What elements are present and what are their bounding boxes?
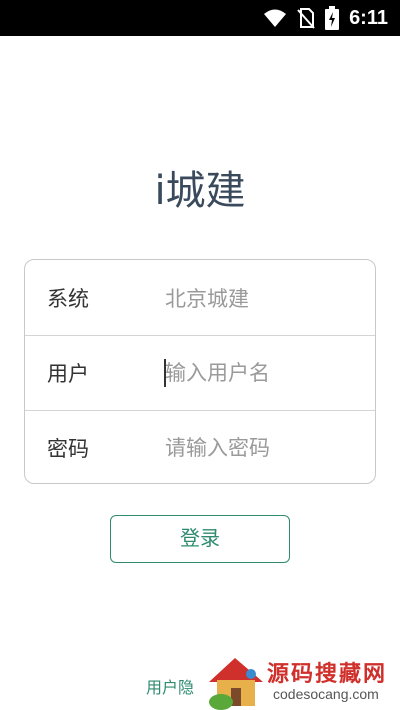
system-label: 系统 — [47, 286, 89, 311]
login-form: 系统 北京城建 用户 密码 — [24, 259, 376, 484]
wifi-icon — [263, 8, 287, 28]
status-bar: 6:11 — [0, 0, 400, 36]
watermark-brand-en: codesocang.com — [273, 686, 379, 702]
password-input[interactable] — [165, 428, 355, 468]
login-button[interactable]: 登录 — [110, 515, 290, 563]
house-logo-icon — [209, 658, 263, 710]
no-sim-icon — [297, 7, 315, 29]
text-cursor — [164, 359, 166, 387]
watermark-brand-cn: 源码搜藏网 — [267, 662, 388, 687]
password-label: 密码 — [47, 437, 89, 461]
password-row: 密码 — [25, 410, 375, 485]
system-row[interactable]: 系统 北京城建 — [25, 260, 375, 335]
battery-charging-icon — [325, 6, 340, 30]
status-icons: 6:11 — [263, 0, 388, 36]
status-time: 6:11 — [349, 6, 388, 29]
username-label: 用户 — [47, 362, 89, 386]
username-row: 用户 — [25, 335, 375, 410]
username-input[interactable] — [165, 353, 355, 393]
system-value[interactable]: 北京城建 — [165, 283, 249, 313]
privacy-link[interactable]: 用户隐 — [146, 674, 194, 698]
app-title: i城建 — [154, 168, 246, 214]
watermark: 源码搜藏网 codesocang.com — [205, 652, 400, 710]
